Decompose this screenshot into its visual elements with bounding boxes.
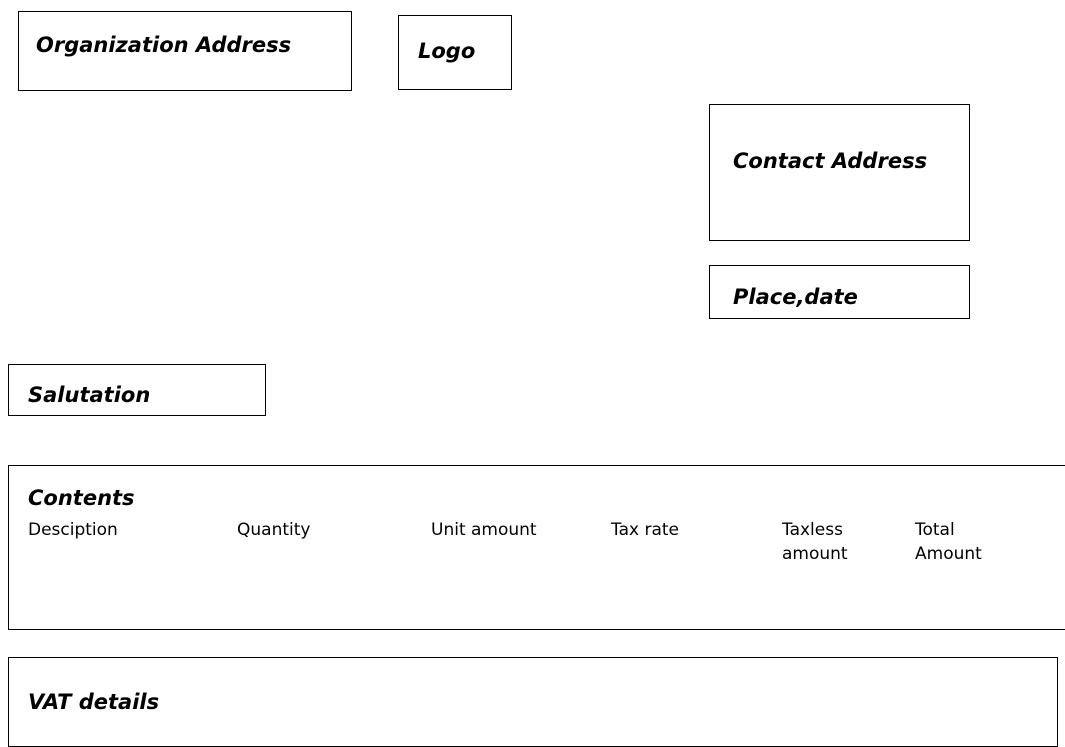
column-header-line: Tax rate: [611, 520, 679, 540]
logo-title: Logo: [418, 39, 476, 63]
column-header-line: Taxless: [782, 520, 843, 540]
place-date-box: Place,date: [709, 265, 970, 319]
vat-details-title: VAT details: [28, 690, 160, 714]
column-header-taxless-amount: Taxless amount: [782, 519, 848, 567]
column-header-line: Unit amount: [431, 520, 537, 540]
column-header-tax-rate: Tax rate: [611, 519, 679, 543]
contact-address-title: Contact Address: [733, 149, 928, 173]
column-header-unit-amount: Unit amount: [431, 519, 537, 543]
logo-box: Logo: [398, 15, 512, 90]
column-header-line: Quantity: [237, 520, 311, 540]
column-header-line: Total: [915, 520, 955, 540]
organization-address-title: Organization Address: [36, 33, 292, 57]
column-header-line: Desciption: [28, 520, 118, 540]
column-header-description: Desciption: [28, 519, 118, 543]
column-header-quantity: Quantity: [237, 519, 310, 543]
column-header-line: amount: [782, 543, 848, 564]
vat-details-box: VAT details: [8, 657, 1058, 747]
salutation-box: Salutation: [8, 364, 266, 416]
salutation-title: Salutation: [28, 383, 151, 407]
contents-box: Contents Desciption Quantity Unit amount…: [8, 465, 1065, 630]
organization-address-box: Organization Address: [18, 11, 352, 91]
column-header-line: Amount: [915, 543, 982, 564]
contents-title: Contents: [28, 486, 135, 510]
place-date-title: Place,date: [733, 285, 858, 309]
contact-address-box: Contact Address: [709, 104, 970, 241]
column-header-total-amount: Total Amount: [915, 519, 982, 567]
